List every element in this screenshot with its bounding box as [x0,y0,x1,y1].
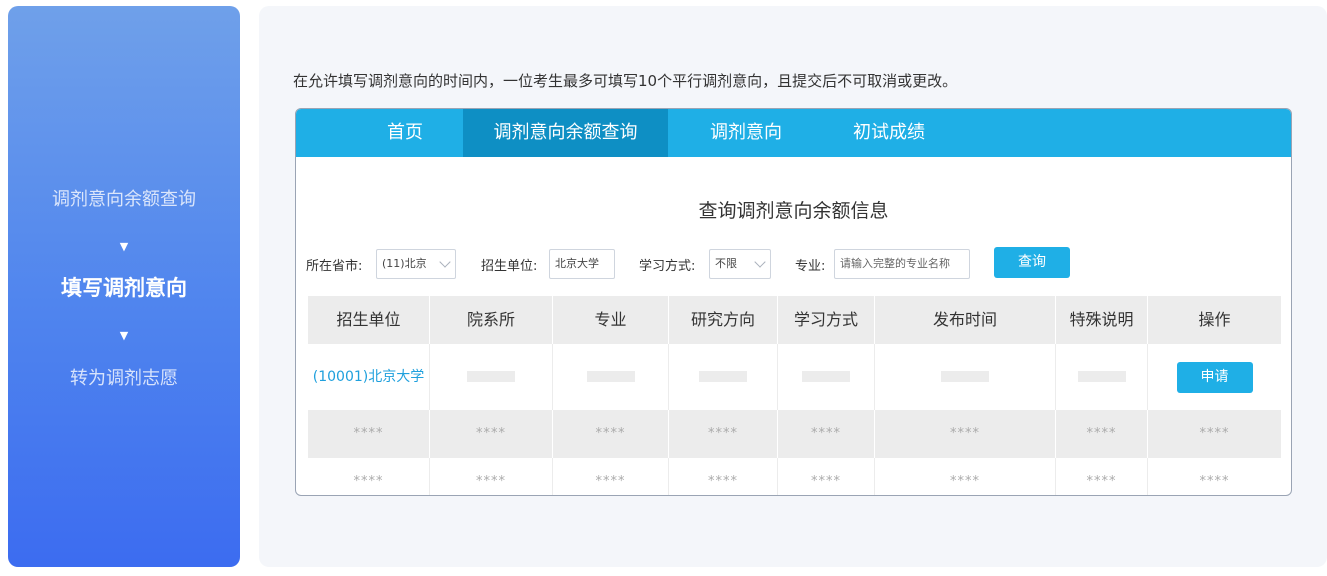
masked-cell: **** [308,410,430,458]
nav-intent[interactable]: 调剂意向 [691,109,801,157]
header-study-mode: 学习方式 [778,296,875,344]
down-arrow-icon: ▼ [119,329,129,342]
redacted-cell [586,371,635,382]
masked-cell: **** [1199,426,1230,441]
mode-label: 学习方式: [639,259,696,274]
unit-input[interactable]: 北京大学 [549,249,615,279]
unit-label: 招生单位: [481,259,538,274]
header-unit: 招生单位 [308,296,430,344]
step-fill-intent: 填写调剂意向 [61,276,187,300]
header-major: 专业 [553,296,669,344]
province-value: (11)北京 [382,257,427,270]
major-label: 专业: [795,259,826,274]
masked-cell: **** [875,458,1056,495]
masked-cell: **** [430,458,553,495]
step-convert-to-choice: 转为调剂志愿 [70,368,178,389]
filter-bar: 所在省市: (11)北京 招生单位: 北京大学 学习方式: 不限 专业: 请输入… [296,247,1291,281]
masked-cell: **** [1056,410,1148,458]
down-arrow-icon: ▼ [119,240,129,253]
mode-select[interactable]: 不限 [709,249,771,279]
redacted-cell [941,371,989,382]
nav-balance-query[interactable]: 调剂意向余额查询 [463,109,668,157]
redacted-cell [802,371,850,382]
redacted-cell [467,371,515,382]
page-title: 查询调剂意向余额信息 [698,200,889,222]
steps-panel: 调剂意向余额查询 ▼ 填写调剂意向 ▼ 转为调剂志愿 [8,6,240,567]
major-input[interactable]: 请输入完整的专业名称 [834,249,970,279]
mode-value: 不限 [715,257,737,270]
table-row: **** **** **** **** **** **** **** **** [308,458,1281,495]
redacted-cell [1077,371,1126,382]
masked-cell: **** [553,458,669,495]
header-publish-time: 发布时间 [875,296,1056,344]
content-panel: 在允许填写调剂意向的时间内，一位考生最多可填写10个平行调剂意向，且提交后不可取… [259,6,1327,567]
apply-button[interactable]: 申请 [1176,362,1253,393]
province-select[interactable]: (11)北京 [376,249,456,279]
top-nav: 首页 调剂意向余额查询 调剂意向 初试成绩 [296,109,1291,157]
table-row: **** **** **** **** **** **** **** **** [308,410,1281,458]
masked-cell: **** [669,458,778,495]
header-research-direction: 研究方向 [669,296,778,344]
header-action: 操作 [1198,310,1231,329]
header-department: 院系所 [430,296,553,344]
chevron-down-icon [754,256,766,268]
unit-link[interactable]: (10001)北京大学 [313,369,424,385]
nav-home[interactable]: 首页 [369,109,441,157]
step-balance-query: 调剂意向余额查询 [52,189,196,210]
table-header-row: 招生单位 院系所 专业 研究方向 学习方式 发布时间 特殊说明 操作 [308,296,1281,344]
masked-cell: **** [553,410,669,458]
redacted-cell [699,371,747,382]
unit-value: 北京大学 [555,257,599,270]
masked-cell: **** [669,410,778,458]
table-row: (10001)北京大学 申请 [308,344,1281,410]
masked-cell: **** [778,410,875,458]
header-special-note: 特殊说明 [1056,296,1148,344]
query-button[interactable]: 查询 [994,247,1070,278]
masked-cell: **** [1056,458,1148,495]
province-label: 所在省市: [306,259,363,274]
masked-cell: **** [430,410,553,458]
screenshot-frame: 首页 调剂意向余额查询 调剂意向 初试成绩 查询调剂意向余额信息 所在省市: (… [295,108,1292,496]
masked-cell: **** [778,458,875,495]
masked-cell: **** [1199,474,1230,489]
major-placeholder: 请输入完整的专业名称 [840,257,950,270]
masked-cell: **** [308,458,430,495]
chevron-down-icon [439,256,451,268]
masked-cell: **** [875,410,1056,458]
balance-table: 招生单位 院系所 专业 研究方向 学习方式 发布时间 特殊说明 操作 (1000… [308,296,1281,495]
nav-initial-score[interactable]: 初试成绩 [834,109,944,157]
notice-text: 在允许填写调剂意向的时间内，一位考生最多可填写10个平行调剂意向，且提交后不可取… [293,72,958,90]
